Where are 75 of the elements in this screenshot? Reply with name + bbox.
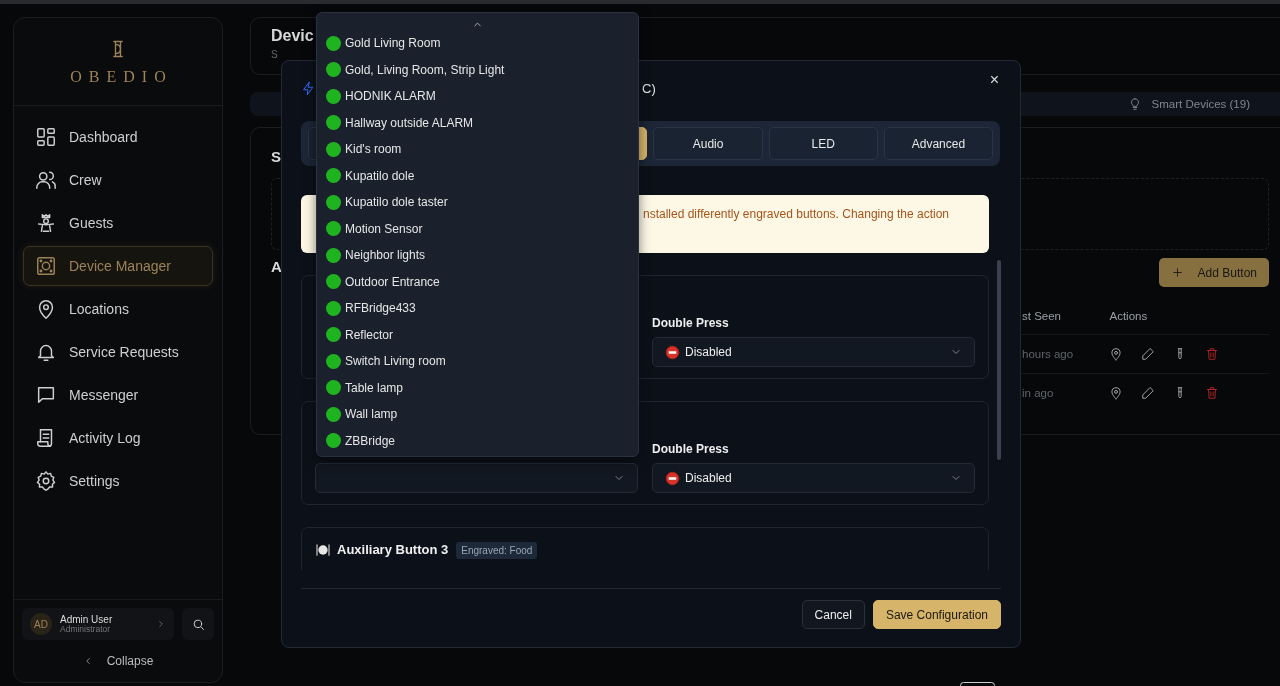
pencil-icon[interactable] bbox=[1141, 386, 1156, 400]
nav-item[interactable]: Dashboard bbox=[23, 117, 213, 157]
dropdown-option[interactable]: Hallway outside ALARM bbox=[317, 109, 638, 136]
trash-icon[interactable] bbox=[1205, 347, 1220, 361]
user-menu[interactable]: AD Admin User Administrator bbox=[22, 608, 174, 640]
dropdown-option[interactable]: RFBridge433 bbox=[317, 295, 638, 322]
no-entry-icon bbox=[665, 344, 680, 360]
dropdown-option[interactable]: Gold Living Room bbox=[317, 30, 638, 57]
tab[interactable]: Advanced bbox=[883, 127, 993, 160]
nav-item[interactable]: Activity Log bbox=[23, 418, 213, 458]
dropdown-option[interactable]: Wall lamp bbox=[317, 401, 638, 428]
nav-item[interactable]: Messenger bbox=[23, 375, 213, 415]
no-entry-icon bbox=[665, 470, 680, 486]
plate-icon bbox=[315, 542, 331, 558]
field-label: Double Press bbox=[652, 316, 729, 330]
logo-text: OBEDIO bbox=[69, 67, 173, 86]
settings-icon bbox=[35, 470, 57, 492]
section-title: S bbox=[271, 148, 281, 165]
tab[interactable]: Audio bbox=[653, 127, 763, 160]
location-pin-icon[interactable] bbox=[1109, 386, 1124, 400]
dropdown-option[interactable]: Kid's room bbox=[317, 136, 638, 163]
avatar: AD bbox=[30, 613, 52, 635]
save-button[interactable]: Save Configuration bbox=[872, 600, 1001, 629]
chevron-right-icon bbox=[156, 619, 166, 629]
dropdown-option[interactable]: Kupatilo dole taster bbox=[317, 189, 638, 216]
dropdown-option[interactable]: Gold, Living Room, Strip Light bbox=[317, 56, 638, 83]
dropdown-option[interactable]: Neighbor lights bbox=[317, 242, 638, 269]
chat-icon bbox=[35, 384, 57, 406]
engraving-tag: Engraved: Food bbox=[456, 542, 538, 559]
select-field[interactable] bbox=[315, 463, 638, 493]
nav-item[interactable]: Locations bbox=[23, 289, 213, 329]
person-crown-icon bbox=[35, 212, 57, 234]
page-subtitle: S bbox=[271, 49, 278, 60]
dashboard-icon bbox=[35, 126, 57, 148]
dropdown-option[interactable]: Switch Living room bbox=[317, 348, 638, 375]
close-button[interactable]: × bbox=[987, 71, 1001, 89]
user-name: Admin User bbox=[60, 613, 114, 625]
warning-text: nstalled differently engraved buttons. Changing the action bbox=[643, 207, 949, 221]
pencil-icon[interactable] bbox=[1141, 347, 1156, 361]
nav-item[interactable]: Crew bbox=[23, 160, 213, 200]
nav-item[interactable]: Guests bbox=[23, 203, 213, 243]
field-label: Double Press bbox=[652, 442, 729, 456]
nav-item[interactable]: Settings bbox=[23, 461, 213, 501]
device-icon bbox=[35, 255, 57, 277]
dropdown-option[interactable]: Outdoor Entrance bbox=[317, 268, 638, 295]
dropdown-option[interactable]: Motion Sensor bbox=[317, 215, 638, 242]
location-pin-icon[interactable] bbox=[1109, 347, 1124, 361]
cancel-button[interactable]: Cancel bbox=[801, 600, 865, 629]
lightning-icon bbox=[301, 80, 316, 96]
dropdown-option[interactable]: Kupatilo dole bbox=[317, 162, 638, 189]
people-icon bbox=[35, 169, 57, 191]
tab[interactable]: LED bbox=[768, 127, 878, 160]
dropdown-option[interactable]: HODNIK ALARM bbox=[317, 83, 638, 110]
select-field[interactable]: Disabled bbox=[652, 463, 975, 493]
plus-icon bbox=[1170, 266, 1184, 279]
column-header: Actions bbox=[1102, 303, 1269, 335]
search-button[interactable] bbox=[182, 608, 214, 640]
nav-item[interactable]: Device Manager bbox=[23, 246, 213, 286]
dialog-title: C) bbox=[642, 80, 656, 96]
section-title: A bbox=[271, 258, 282, 275]
add-button[interactable]: Add Button bbox=[1158, 258, 1269, 287]
scrollbar[interactable] bbox=[997, 260, 1001, 460]
page-title: Devic bbox=[271, 27, 314, 45]
select-field[interactable]: Disabled bbox=[652, 337, 975, 367]
collapse-button[interactable]: Collapse bbox=[22, 640, 214, 682]
table-cell: in ago bbox=[1015, 373, 1103, 412]
trash-icon[interactable] bbox=[1205, 386, 1220, 400]
user-role: Administrator bbox=[60, 624, 112, 635]
device-dropdown-menu[interactable] bbox=[316, 12, 639, 457]
nav-item[interactable]: Service Requests bbox=[23, 332, 213, 372]
dropdown-option[interactable]: ZBBridge bbox=[317, 427, 638, 454]
smart-devices-tab[interactable]: Smart Devices (19) bbox=[1121, 96, 1256, 112]
card-title: Auxiliary Button 3 bbox=[337, 542, 449, 557]
dropdown-option[interactable]: Reflector bbox=[317, 321, 638, 348]
dropdown-option[interactable]: Table lamp bbox=[317, 374, 638, 401]
